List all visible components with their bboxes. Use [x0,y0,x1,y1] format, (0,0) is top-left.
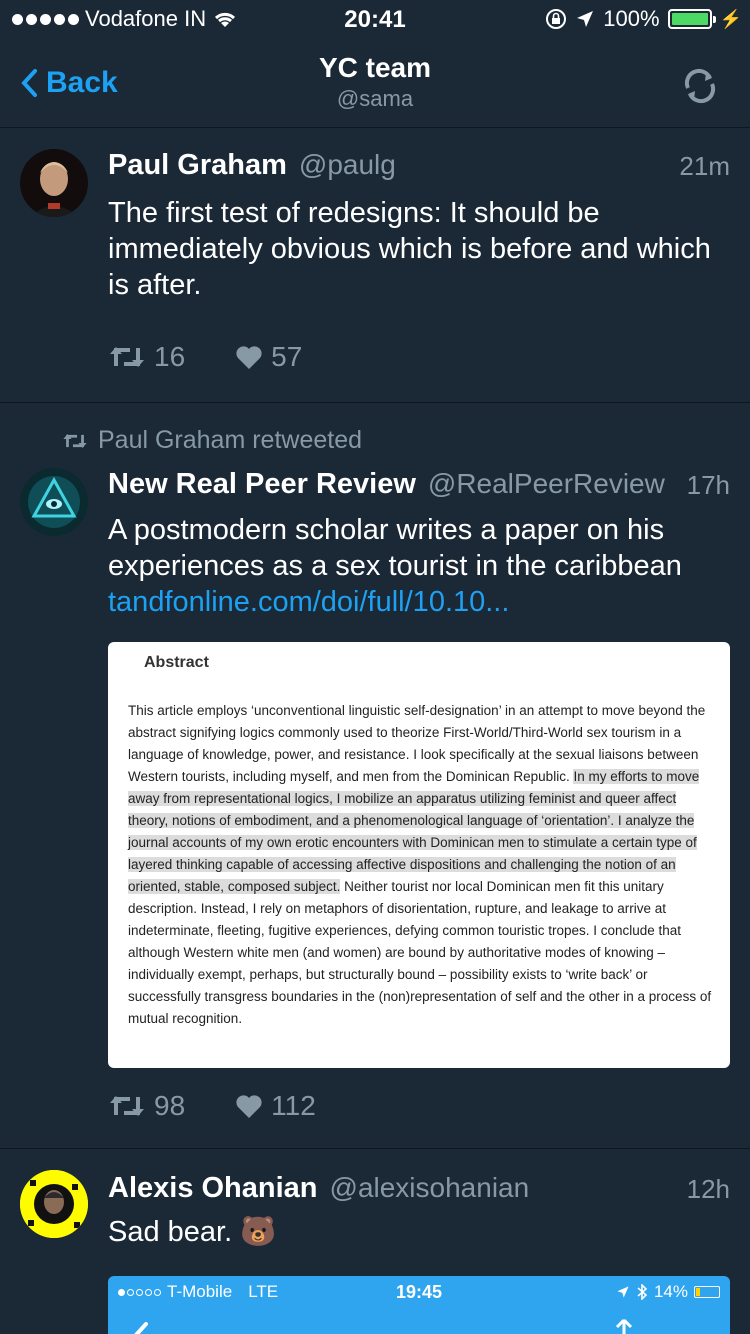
tweet-time: 17h [686,470,730,500]
abstract-text: Neither tourist nor local Dominican men … [128,879,712,1026]
rotation-lock-icon [546,9,567,29]
tweet-actions: 16 57 [108,341,302,373]
status-right: 100% ⚡ [545,6,742,32]
tweet-item[interactable]: Paul Graham @paulg 21m The first test of… [0,129,750,403]
tweet-link[interactable]: tandfonline.com/doi/full/10.10... [108,586,509,618]
media-card[interactable]: Abstract This article employs ‘unconvent… [108,642,730,1068]
avatar[interactable] [20,149,88,217]
battery-icon [667,9,716,29]
page-subtitle: @sama [336,86,414,111]
like-count: 112 [271,1090,316,1121]
tweet-time: 21m [679,151,730,181]
status-bar: Vodafone IN 20:41 100% ⚡ [0,0,750,40]
chevron-left-icon [134,1322,148,1334]
author-name[interactable]: Paul Graham [108,149,287,182]
tweet-text: Sad bear. 🐻 [108,1216,277,1248]
tweet-header: New Real Peer Review @RealPeerReview [108,468,730,501]
tweet-time: 12h [686,1174,730,1204]
location-arrow-icon [577,11,594,27]
like-count: 57 [271,341,303,372]
nav-bar: Back YC team @sama [0,40,750,128]
embed-status-right: 14% [616,1282,720,1302]
abstract-highlight: In my efforts to move away from represen… [128,769,700,894]
heart-icon [236,1095,262,1118]
tweet-header: Alexis Ohanian @alexisohanian [108,1172,730,1205]
tweet-item[interactable]: Paul Graham retweeted New Real Peer Revi… [0,404,750,1149]
retweeted-by-text: Paul Graham retweeted [98,426,363,454]
tweet-actions: 98 112 [108,1090,316,1122]
retweet-button[interactable]: 16 [108,341,185,373]
heart-icon [236,346,262,369]
card-title: Abstract [144,654,209,671]
retweeted-by-label: Paul Graham retweeted [62,426,362,455]
card-abstract: This article employs ‘unconventional lin… [128,700,712,1030]
retweet-icon [110,347,144,367]
tweet-text: A postmodern scholar writes a paper on h… [108,512,720,620]
author-handle[interactable]: @paulg [299,149,396,181]
battery-percent: 100% [603,6,660,31]
charging-bolt-icon: ⚡ [719,8,742,29]
retweet-button[interactable]: 98 [108,1090,185,1122]
retweet-icon [63,433,87,448]
author-handle[interactable]: @RealPeerReview [428,468,665,500]
author-name[interactable]: New Real Peer Review [108,468,416,501]
page-title: YC team [318,52,432,83]
tweet-header: Paul Graham @paulg [108,149,730,182]
retweet-icon [110,1096,144,1116]
like-button[interactable]: 57 [235,341,302,373]
retweet-count: 16 [154,341,186,372]
location-arrow-icon [617,1286,629,1298]
like-button[interactable]: 112 [235,1090,316,1122]
refresh-icon[interactable] [680,66,720,106]
author-handle[interactable]: @alexisohanian [330,1172,530,1204]
avatar[interactable] [20,1170,88,1238]
embed-battery-percent: 14% [653,1282,688,1301]
bluetooth-icon [637,1284,648,1300]
avatar[interactable] [20,468,88,536]
retweet-count: 98 [154,1090,186,1121]
media-embed[interactable]: T-Mobile LTE 19:45 14% [108,1276,730,1334]
tweet-text: The first test of redesigns: It should b… [108,197,711,301]
share-icon [615,1318,633,1334]
battery-icon [694,1286,720,1298]
tweet-body: A postmodern scholar writes a paper on h… [108,514,682,582]
author-name[interactable]: Alexis Ohanian [108,1172,318,1205]
